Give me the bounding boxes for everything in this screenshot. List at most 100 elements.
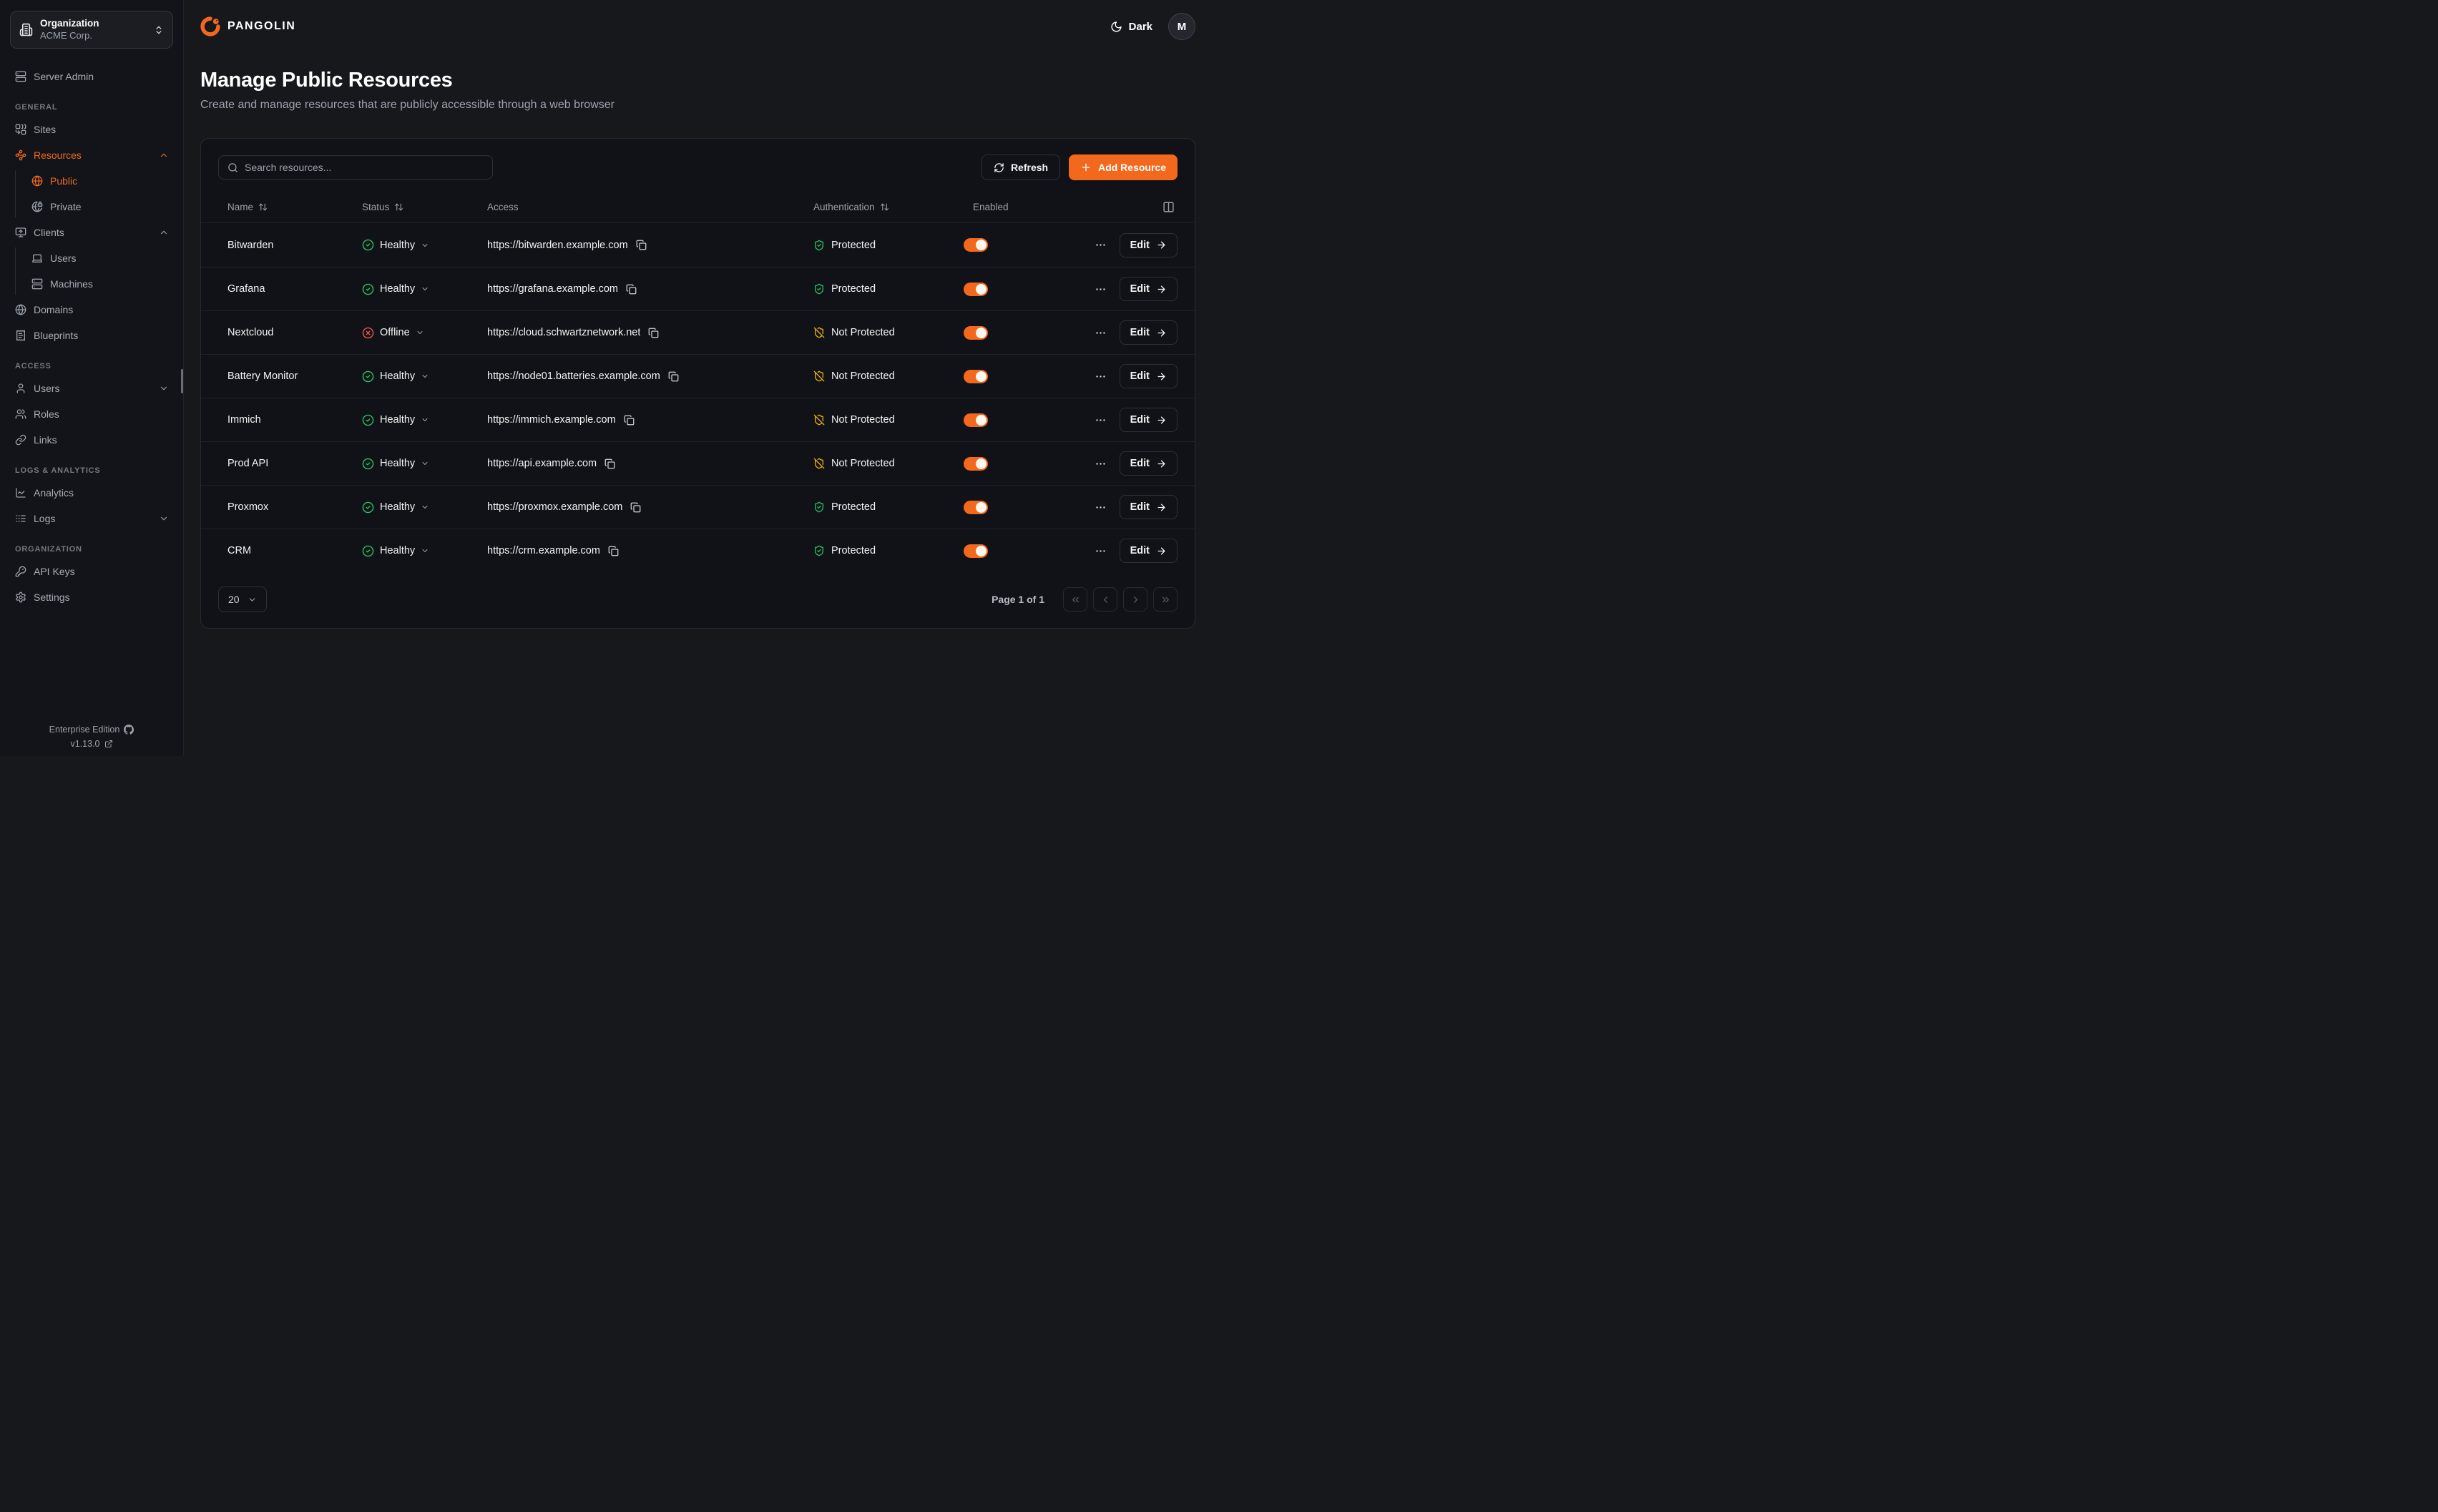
enabled-toggle[interactable] — [964, 457, 988, 471]
copy-icon[interactable] — [608, 546, 619, 556]
ellipsis-icon — [1095, 545, 1107, 557]
add-resource-label: Add Resource — [1098, 162, 1166, 173]
copy-icon[interactable] — [648, 328, 659, 338]
edit-button[interactable]: Edit — [1120, 495, 1178, 519]
enabled-toggle[interactable] — [964, 326, 988, 340]
avatar[interactable]: M — [1168, 13, 1195, 40]
sidebar-item-label: Analytics — [34, 487, 74, 499]
column-header-status[interactable]: Status — [353, 202, 478, 212]
row-menu-button[interactable] — [1092, 368, 1110, 386]
sort-icon[interactable] — [258, 202, 268, 212]
sidebar-item-domains[interactable]: Domains — [10, 299, 173, 320]
edit-button[interactable]: Edit — [1120, 408, 1178, 432]
sidebar-item-settings[interactable]: Settings — [10, 586, 173, 608]
edit-button[interactable]: Edit — [1120, 277, 1178, 301]
previous-page-button[interactable] — [1093, 587, 1117, 612]
add-resource-button[interactable]: Add Resource — [1069, 154, 1178, 180]
row-menu-button[interactable] — [1092, 280, 1110, 298]
copy-icon[interactable] — [630, 502, 641, 513]
theme-toggle-button[interactable]: Dark — [1110, 21, 1152, 33]
first-page-button[interactable] — [1063, 587, 1087, 612]
sidebar-item-client-users[interactable]: Users — [31, 247, 173, 269]
row-menu-button[interactable] — [1092, 236, 1110, 254]
shield-off-icon — [813, 414, 825, 426]
sidebar-item-users[interactable]: Users — [10, 378, 173, 399]
copy-icon[interactable] — [636, 240, 647, 250]
auth-status: Protected — [831, 501, 876, 513]
sidebar-item-machines[interactable]: Machines — [31, 273, 173, 295]
status-dropdown[interactable]: Healthy — [362, 370, 429, 383]
enabled-toggle[interactable] — [964, 370, 988, 383]
avatar-initial: M — [1178, 21, 1187, 33]
arrow-right-icon — [1156, 502, 1167, 513]
edit-button[interactable]: Edit — [1120, 320, 1178, 345]
shield-off-icon — [813, 327, 825, 338]
org-selector[interactable]: Organization ACME Corp. — [10, 11, 173, 49]
sort-icon[interactable] — [880, 202, 889, 212]
row-menu-button[interactable] — [1092, 499, 1110, 516]
refresh-button[interactable]: Refresh — [981, 154, 1060, 180]
last-page-button[interactable] — [1153, 587, 1178, 612]
edit-button[interactable]: Edit — [1120, 451, 1178, 476]
page-size-select[interactable]: 20 — [218, 586, 267, 612]
sidebar-item-public[interactable]: Public — [31, 170, 173, 192]
sidebar-item-roles[interactable]: Roles — [10, 403, 173, 425]
external-link-icon[interactable] — [104, 740, 113, 748]
row-menu-button[interactable] — [1092, 455, 1110, 473]
key-icon — [15, 566, 26, 577]
sidebar-item-blueprints[interactable]: Blueprints — [10, 325, 173, 346]
sidebar-item-clients[interactable]: Clients — [10, 222, 173, 243]
enabled-toggle[interactable] — [964, 283, 988, 296]
copy-icon[interactable] — [668, 371, 679, 382]
table-row: Battery Monitor Healthy https://node01.b… — [201, 354, 1195, 398]
edit-button[interactable]: Edit — [1120, 364, 1178, 388]
shield-check-icon — [813, 501, 825, 513]
sort-icon[interactable] — [394, 202, 403, 212]
sidebar-item-sites[interactable]: Sites — [10, 119, 173, 140]
table-row: Immich Healthy https://immich.example.co… — [201, 398, 1195, 441]
clients-subtree: Users Machines — [15, 247, 173, 295]
sidebar-item-analytics[interactable]: Analytics — [10, 482, 173, 504]
column-header-name[interactable]: Name — [218, 202, 353, 212]
sidebar-item-label: Public — [50, 175, 77, 187]
sidebar-item-label: API Keys — [34, 566, 75, 577]
edit-button[interactable]: Edit — [1120, 539, 1178, 563]
sidebar-item-private[interactable]: Private — [31, 196, 173, 217]
chevrons-left-icon — [1070, 594, 1081, 605]
copy-icon[interactable] — [624, 415, 635, 426]
arrow-right-icon — [1156, 415, 1167, 426]
sidebar-item-links[interactable]: Links — [10, 429, 173, 451]
status-dropdown[interactable]: Healthy — [362, 414, 429, 426]
copy-icon[interactable] — [604, 458, 615, 469]
sidebar-item-resources[interactable]: Resources — [10, 144, 173, 166]
status-dropdown[interactable]: Healthy — [362, 501, 429, 514]
search-input[interactable] — [245, 162, 484, 173]
enabled-toggle[interactable] — [964, 413, 988, 427]
column-header-enabled: Enabled — [964, 202, 1064, 212]
columns-toggle-button[interactable] — [1160, 198, 1178, 216]
ellipsis-icon — [1095, 501, 1107, 514]
resource-name: Immich — [218, 414, 353, 426]
sidebar-scrollbar-thumb[interactable] — [181, 369, 183, 393]
status-dropdown[interactable]: Healthy — [362, 545, 429, 557]
enabled-toggle[interactable] — [964, 238, 988, 252]
section-label-organization: ORGANIZATION — [15, 545, 173, 554]
status-dropdown[interactable]: Healthy — [362, 239, 429, 251]
row-menu-button[interactable] — [1092, 324, 1110, 342]
copy-icon[interactable] — [626, 284, 637, 295]
column-header-authentication[interactable]: Authentication — [804, 202, 964, 212]
status-dropdown[interactable]: Offline — [362, 327, 424, 339]
sidebar-item-server-admin[interactable]: Server Admin — [10, 66, 173, 87]
row-menu-button[interactable] — [1092, 542, 1110, 560]
status-dropdown[interactable]: Healthy — [362, 283, 429, 295]
edition-label: Enterprise Edition — [49, 725, 120, 735]
next-page-button[interactable] — [1123, 587, 1147, 612]
sidebar-item-api-keys[interactable]: API Keys — [10, 561, 173, 582]
enabled-toggle[interactable] — [964, 501, 988, 514]
row-menu-button[interactable] — [1092, 411, 1110, 429]
edit-button[interactable]: Edit — [1120, 233, 1178, 257]
enabled-toggle[interactable] — [964, 544, 988, 558]
github-icon[interactable] — [124, 725, 134, 735]
status-dropdown[interactable]: Healthy — [362, 458, 429, 470]
sidebar-item-logs[interactable]: Logs — [10, 508, 173, 529]
